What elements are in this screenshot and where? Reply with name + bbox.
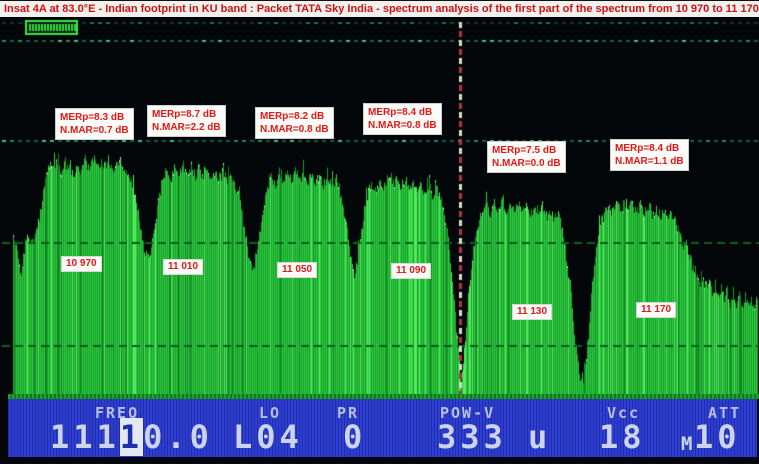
- freq-digit[interactable]: 0: [190, 418, 213, 456]
- frequency-label: 11 050: [277, 262, 317, 278]
- freq-digit[interactable]: 1: [97, 418, 120, 456]
- freq-digit[interactable]: 1: [50, 418, 73, 456]
- freq-value[interactable]: 11110.0: [50, 421, 213, 453]
- lcd-panel: FREQ LO PR POW-V Vcc ATT 11110.0 L04 0 3…: [8, 399, 757, 457]
- satellite-meter-screen: Insat 4A at 83.0°E - Indian footprint in…: [0, 0, 759, 464]
- mer-annotation: MERp=8.3 dBN.MAR=0.7 dB: [55, 108, 134, 140]
- frequency-label: 11 090: [391, 263, 431, 279]
- powv-unit: u: [528, 421, 551, 453]
- status-bar: FREQ LO PR POW-V Vcc ATT 11110.0 L04 0 3…: [0, 394, 759, 464]
- freq-digit[interactable]: .: [166, 418, 189, 456]
- frequency-label: 11 130: [512, 304, 552, 320]
- title-bar: Insat 4A at 83.0°E - Indian footprint in…: [0, 0, 759, 17]
- att-mode-prefix: M: [681, 433, 692, 455]
- mer-annotation: MERp=7.5 dBN.MAR=0.0 dB: [487, 141, 566, 173]
- mer-annotation: MERp=8.4 dBN.MAR=0.8 dB: [363, 103, 442, 135]
- mer-annotation: MERp=8.2 dBN.MAR=0.8 dB: [255, 107, 334, 139]
- pr-value[interactable]: 0: [343, 421, 366, 453]
- freq-digit[interactable]: 1: [73, 418, 96, 456]
- freq-digit-cursor[interactable]: 1: [120, 418, 143, 456]
- status-bar-bottom-edge: [0, 457, 759, 464]
- lo-value[interactable]: L04: [233, 421, 303, 453]
- frequency-label: 11 010: [163, 259, 203, 275]
- spectrum-trace-canvas: [0, 17, 759, 394]
- vcc-value[interactable]: 18: [599, 421, 646, 453]
- freq-digit[interactable]: 0: [143, 418, 166, 456]
- frequency-label: 11 170: [636, 302, 676, 318]
- powv-value[interactable]: 333: [437, 421, 507, 453]
- mer-annotation: MERp=8.4 dBN.MAR=1.1 dB: [610, 139, 689, 171]
- spectrum-display: MERp=8.3 dBN.MAR=0.7 dB MERp=8.7 dBN.MAR=…: [0, 17, 759, 394]
- att-value[interactable]: 10: [694, 421, 741, 453]
- frequency-label: 10 970: [61, 256, 102, 272]
- mer-annotation: MERp=8.7 dBN.MAR=2.2 dB: [147, 105, 226, 137]
